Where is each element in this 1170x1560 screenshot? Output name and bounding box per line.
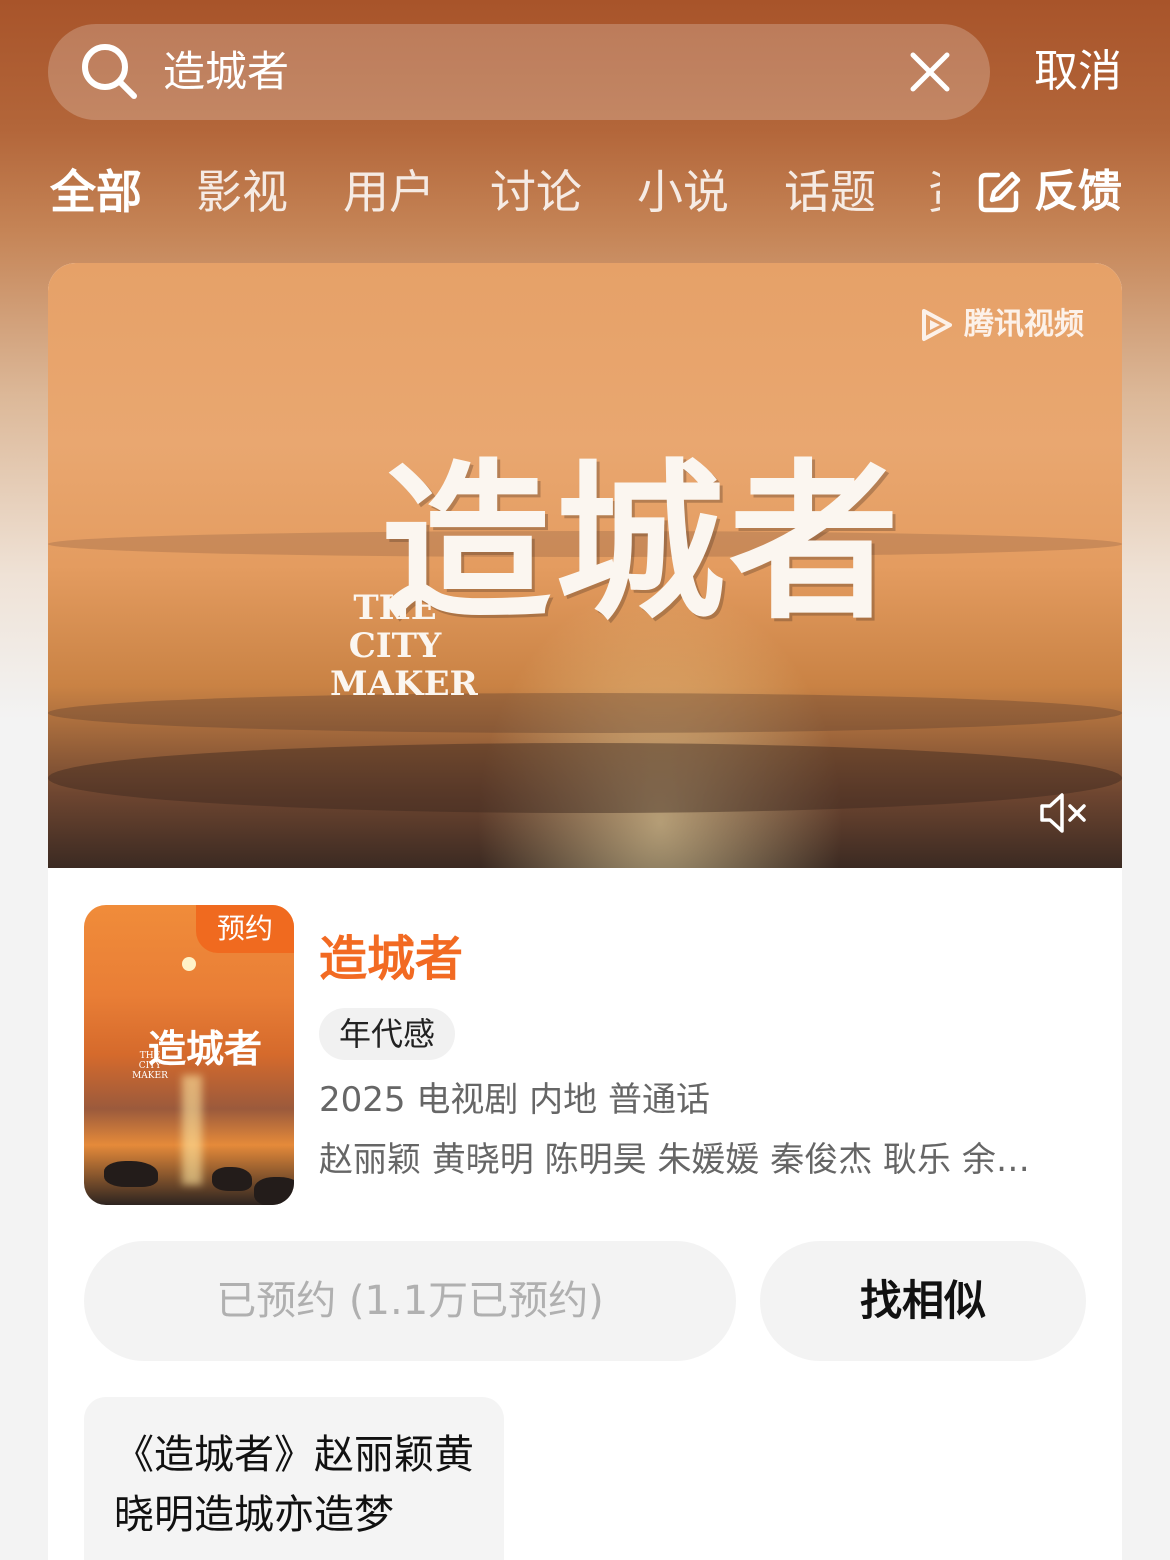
rock xyxy=(212,1167,252,1191)
show-cast: 赵丽颖 黄晓明 陈明昊 朱媛媛 秦俊杰 耿乐 余… xyxy=(319,1140,1030,1180)
tab-users[interactable]: 用户 xyxy=(343,160,435,224)
clear-icon[interactable] xyxy=(905,47,955,97)
tab-all[interactable]: 全部 xyxy=(50,160,142,224)
edit-icon xyxy=(978,171,1021,213)
tab-more[interactable]: 资讯 xyxy=(928,160,940,224)
feedback-label: 反馈 xyxy=(1034,166,1122,217)
show-meta: 2025 电视剧 内地 普通话 xyxy=(319,1080,710,1120)
tab-novel[interactable]: 小说 xyxy=(637,160,729,224)
rock xyxy=(104,1161,158,1187)
poster-subtitle: THE CITY MAKER xyxy=(132,1051,168,1081)
tencent-video-icon xyxy=(922,309,952,341)
article-title: 《造城者》赵丽颖黄晓明造城亦造梦 xyxy=(114,1432,474,1538)
poster-thumbnail[interactable]: 造城者 THE CITY MAKER 预约 xyxy=(84,905,294,1205)
wave xyxy=(48,743,1122,813)
tab-topic[interactable]: 话题 xyxy=(784,160,876,224)
show-title[interactable]: 造城者 xyxy=(319,929,463,989)
genre-tag[interactable]: 年代感 xyxy=(319,1008,456,1060)
rock xyxy=(254,1177,294,1205)
video-subtitle: THE CITY MAKER xyxy=(330,588,478,704)
find-similar-button[interactable]: 找相似 xyxy=(760,1241,1086,1361)
search-input[interactable]: 造城者 xyxy=(163,46,289,98)
reserve-badge: 预约 xyxy=(196,905,294,953)
tab-video[interactable]: 影视 xyxy=(196,160,288,224)
sun xyxy=(182,957,196,971)
reserved-button[interactable]: 已预约 (1.1万已预约) xyxy=(84,1241,736,1361)
cancel-button[interactable]: 取消 xyxy=(1034,44,1122,100)
related-article[interactable]: 《造城者》赵丽颖黄晓明造城亦造梦 xyxy=(84,1397,504,1560)
platform-label: 腾讯视频 xyxy=(964,307,1084,342)
speaker-mute-icon[interactable] xyxy=(1038,790,1090,836)
wave xyxy=(48,693,1122,733)
result-card: 腾讯视频 造城者 THE CITY MAKER 造城者 THE CITY MAK… xyxy=(48,263,1122,1560)
tab-discussion[interactable]: 讨论 xyxy=(490,160,582,224)
feedback-button[interactable]: 反馈 xyxy=(976,160,1122,224)
sun-reflection xyxy=(182,1075,202,1185)
search-icon xyxy=(82,44,137,99)
video-player[interactable]: 腾讯视频 造城者 THE CITY MAKER xyxy=(48,263,1122,868)
platform-watermark: 腾讯视频 xyxy=(916,305,1084,345)
